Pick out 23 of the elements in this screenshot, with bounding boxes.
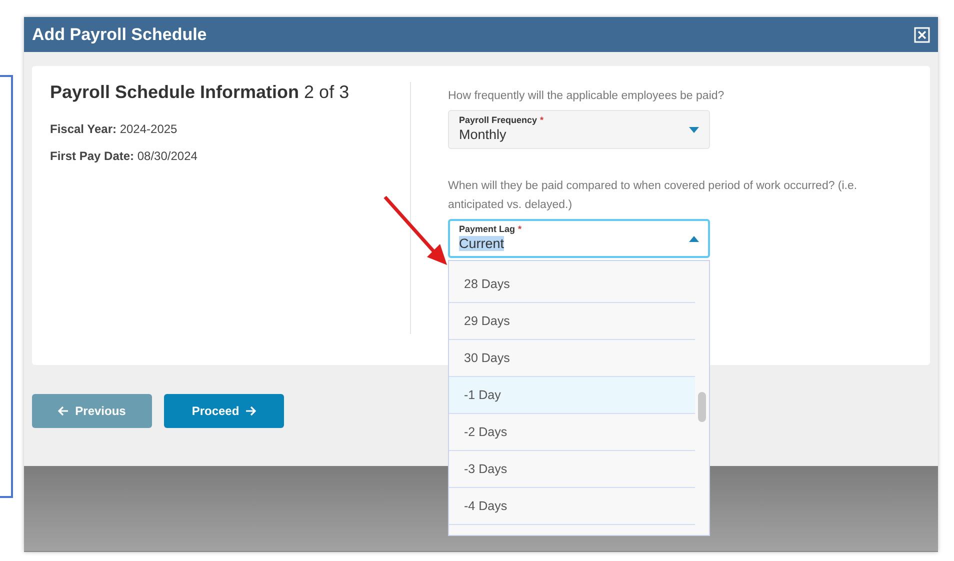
- question-text: How frequently will the applicable employees be paid?: [448, 89, 726, 104]
- question-text: When will they be paid compared to when covered period of work occurred? (i.e. anticipated vs. delayed.): [448, 179, 858, 213]
- field-value: Current: [459, 236, 504, 251]
- caret-down-icon: [689, 126, 699, 132]
- proceed-button[interactable]: Proceed: [164, 394, 284, 428]
- required-mark: *: [518, 224, 522, 234]
- field-value: Monthly: [459, 127, 506, 142]
- caret-up-icon: [689, 236, 699, 242]
- annotation-arrow: [383, 195, 449, 267]
- field-label: Payment Lag: [459, 224, 516, 234]
- select-field[interactable]: Payment Lag * Current: [448, 219, 710, 258]
- info-text: First Pay Date: 08/30/2024: [50, 149, 198, 163]
- info-text: Fiscal Year: 2024-2025: [50, 122, 178, 136]
- dropdown-option[interactable]: -1 Day: [449, 377, 695, 414]
- dialog-title: Add Payroll Schedule: [32, 24, 207, 44]
- select-field[interactable]: Payroll Frequency * Monthly: [448, 110, 710, 149]
- field-label: Payroll Frequency: [459, 115, 538, 125]
- arrow-left-icon: [58, 406, 70, 416]
- arrow-right-icon: [245, 406, 256, 416]
- section-heading: Payroll Schedule Information 2 of 3: [50, 82, 350, 103]
- close-icon[interactable]: [914, 26, 930, 42]
- scrollbar-thumb[interactable]: [698, 392, 706, 422]
- required-mark: *: [540, 115, 544, 125]
